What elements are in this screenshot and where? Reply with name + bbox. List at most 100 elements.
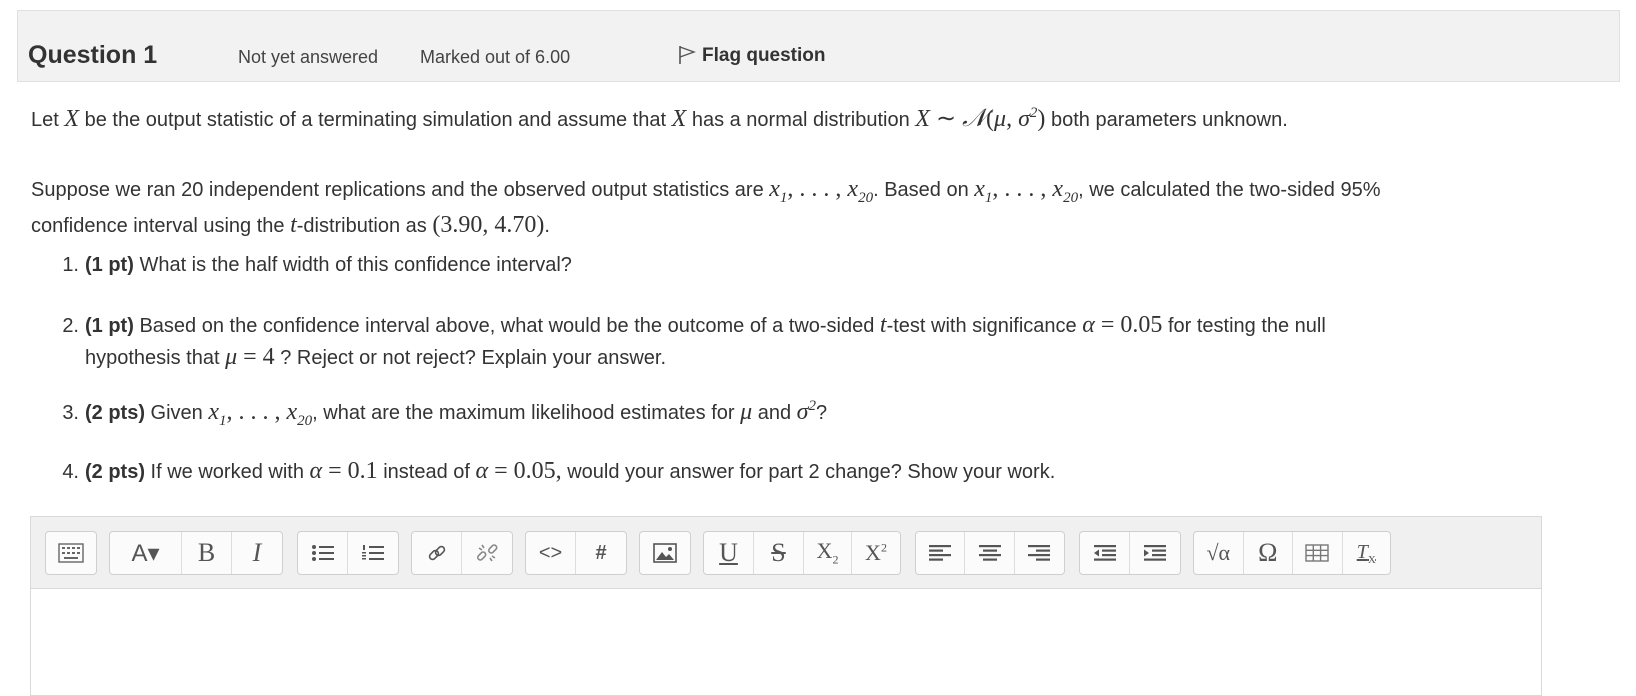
toolbar-group [1079,531,1181,575]
item-text: If we worked with [145,461,310,483]
table-icon [1305,544,1329,562]
image-icon [653,543,677,563]
list-item: 1. (1 pt) What is the half width of this … [31,254,572,277]
toolbar-group [411,531,513,575]
math-mu: μ [740,399,753,425]
math-sigma-squared: σ2 [796,398,816,425]
code-icon: <> [538,541,563,564]
table-button[interactable] [1293,532,1343,574]
subscript-button[interactable]: X2 [804,532,852,574]
ordered-list-icon [362,545,384,560]
setup-text-3: , we calculated the two-sided 95% [1078,179,1381,201]
math-alpha: α = 0.05, [475,458,562,484]
special-characters-button[interactable]: Ω [1244,532,1293,574]
item-number: 3. [62,402,79,424]
font-color-button[interactable]: A▾ [110,532,182,574]
link-button[interactable] [412,532,462,574]
toolbar-group: √α Ω TX [1193,531,1391,575]
item-points: (2 pts) [85,402,145,424]
align-right-button[interactable] [1015,532,1064,574]
code-button[interactable]: <> [526,532,576,574]
item-text: for testing the null [1162,315,1326,337]
align-left-button[interactable] [916,532,966,574]
math-x-range: x1, . . . , x20 [769,176,874,206]
setup-paragraph-line2: confidence interval using the t-distribu… [31,212,550,239]
unordered-list-icon [311,545,334,561]
answer-editor: A▾ B I <> # U S X2 X2 √α Ω TX [30,516,1542,696]
superscript-icon: X2 [865,540,887,565]
toolbar-group [639,531,691,575]
clear-formatting-icon: TX [1356,540,1376,566]
math-x-range: x1, . . . , x20 [974,176,1079,206]
indent-button[interactable] [1130,532,1180,574]
flag-question-link[interactable]: Flag question [678,45,826,67]
math-t: t [290,212,297,238]
item-points: (1 pt) [85,315,134,337]
item-text: Given [145,402,209,424]
intro-paragraph: Let X be the output statistic of a termi… [31,104,1288,133]
math-t: t [879,312,887,338]
align-left-icon [929,545,952,561]
toolbar-toggle-button[interactable] [46,532,96,574]
image-button[interactable] [640,532,690,574]
setup-text-2: . Based on [873,179,975,201]
item-text: Based on the confidence interval above, … [133,315,880,337]
editor-toolbar: A▾ B I <> # U S X2 X2 √α Ω TX [31,517,1541,589]
item-text: hypothesis that [85,347,226,369]
subscript-icon: X2 [816,538,839,567]
item-text: instead of [377,461,476,483]
intro-text-3: has a normal distribution [686,109,916,131]
math-x-range: x1, . . . , x20 [208,399,313,429]
question-state: Not yet answered [238,47,379,67]
ordered-list-button[interactable] [348,532,398,574]
strikethrough-button[interactable]: S [754,532,804,574]
unlink-icon [476,544,498,562]
align-center-icon [978,545,1001,561]
setup-text-5: -distribution as [296,215,433,237]
item-text: -test with significance [886,315,1083,337]
math-x: X [64,106,80,132]
clear-formatting-button[interactable]: TX [1343,532,1391,574]
item-text: ? Reject or not reject? Explain your ans… [274,347,666,369]
list-item-continuation: hypothesis that μ = 4 ? Reject or not re… [85,344,666,371]
setup-text-4: confidence interval using the [31,215,291,237]
math-alpha: α = 0.1 [309,458,378,484]
superscript-button[interactable]: X2 [852,532,900,574]
align-center-button[interactable] [965,532,1015,574]
indent-icon [1144,545,1166,561]
bold-button[interactable]: B [182,532,232,574]
flag-icon [679,46,697,64]
toolbar-group: <> # [525,531,627,575]
outdent-button[interactable] [1080,532,1130,574]
italic-icon: I [252,538,262,567]
item-points: (1 pt) [85,254,134,276]
intro-text-1: Let [31,109,65,131]
omega-icon: Ω [1258,538,1278,567]
unlink-button[interactable] [462,532,512,574]
math-distribution: X ∼ 𝒩(μ, σ2) [915,105,1046,132]
intro-text-4: both parameters unknown. [1045,109,1288,131]
toolbar-group [915,531,1065,575]
math-interval: (3.90, 4.70) [432,212,545,238]
unordered-list-button[interactable] [298,532,348,574]
keyboard-icon [58,543,84,563]
italic-button[interactable]: I [232,532,282,574]
editor-content-area[interactable] [31,589,1541,689]
list-item: 4. (2 pts) If we worked with α = 0.1 inst… [31,458,1055,485]
equation-button[interactable]: √α [1194,532,1244,574]
item-text: , what are the maximum likelihood estima… [312,402,741,424]
outdent-icon [1093,545,1116,561]
hashtag-button[interactable]: # [576,532,626,574]
bold-icon: B [197,538,216,567]
question-grade: Marked out of 6.00 [420,47,571,67]
equation-icon: √α [1206,540,1231,565]
underline-button[interactable]: U [704,532,754,574]
intro-text-2: be the output statistic of a terminating… [79,109,672,131]
item-text: and [752,402,797,424]
math-alpha: α = 0.05 [1082,312,1163,338]
question-info-bar: Question 1 Not yet answered Marked out o… [17,10,1620,82]
flag-question-label: Flag question [702,45,826,66]
math-mu: μ = 4 [225,344,275,370]
list-item: 3. (2 pts) Given x1, . . . , x20, what ar… [31,398,827,430]
item-text: would your answer for part 2 change? Sho… [561,461,1056,483]
